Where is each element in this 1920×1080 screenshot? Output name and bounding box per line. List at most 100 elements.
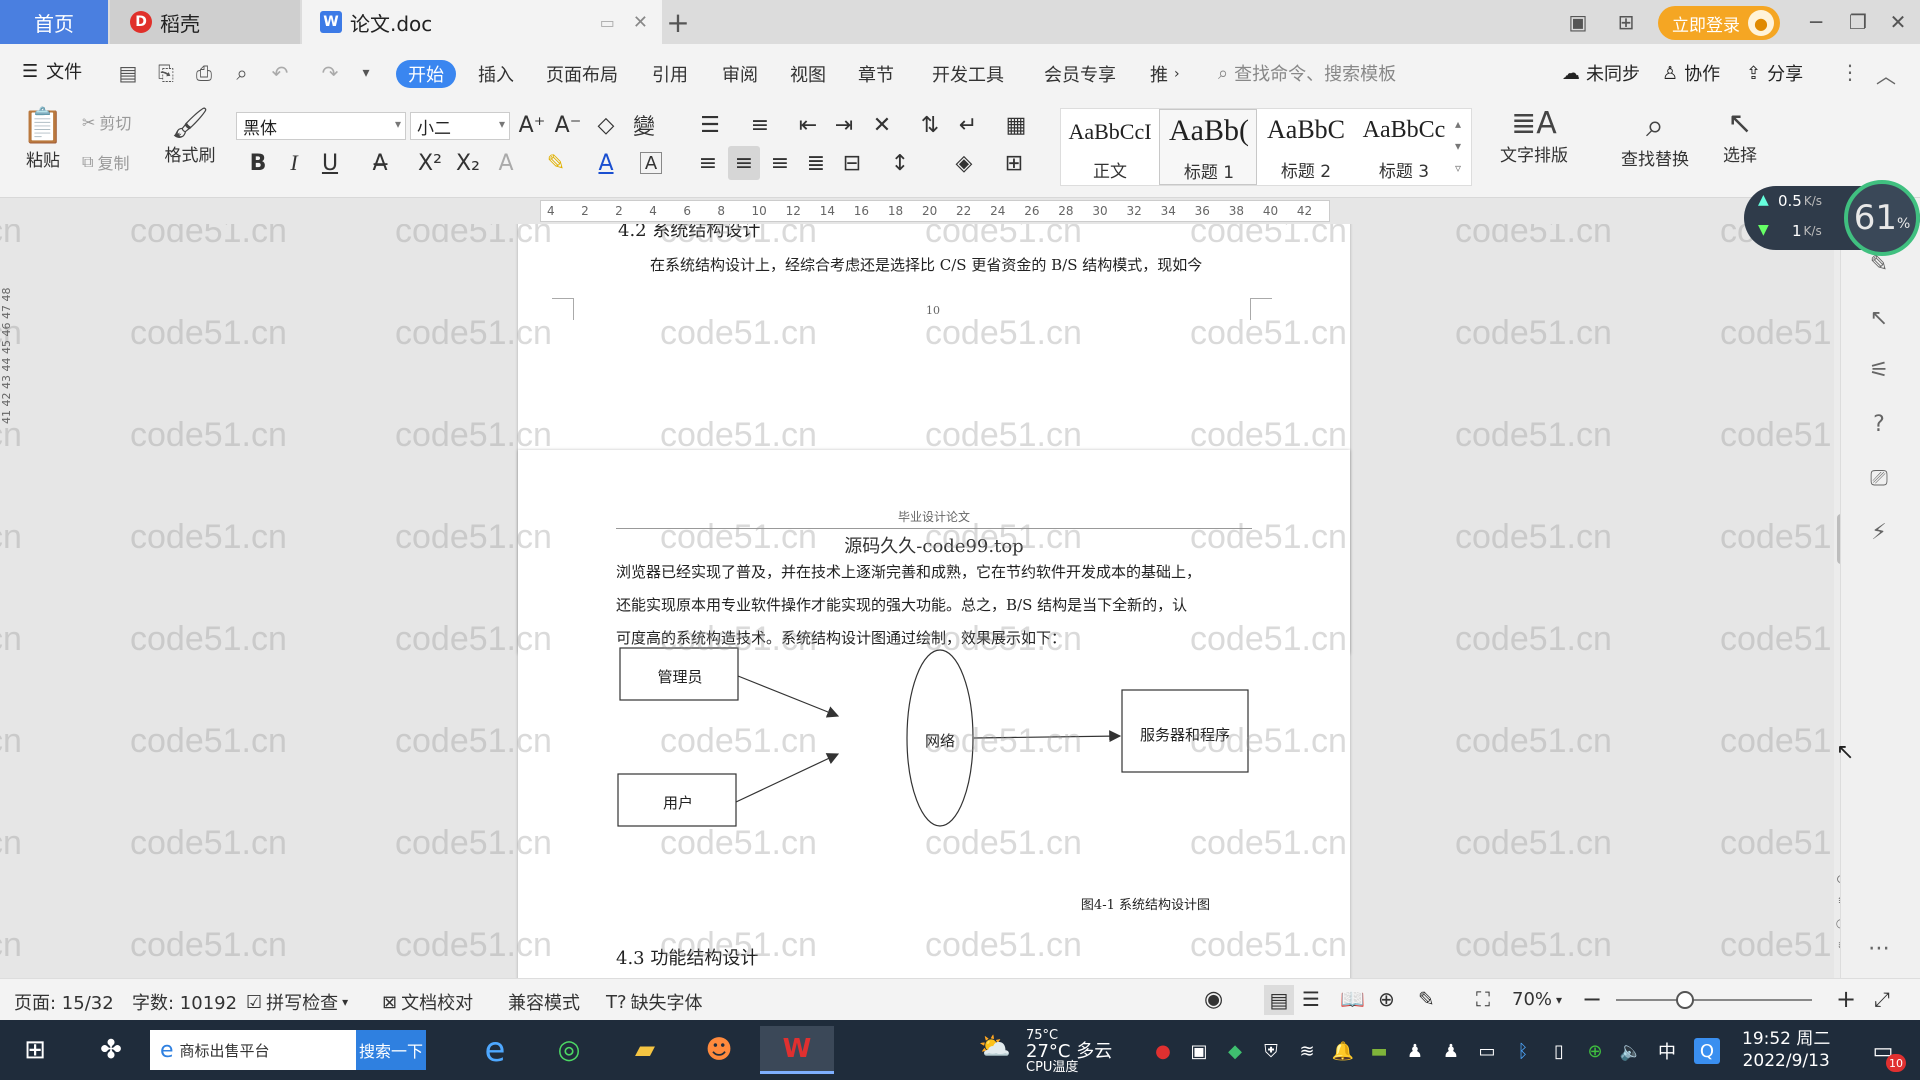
adjust-icon[interactable]: ⚟ bbox=[1861, 352, 1897, 388]
wps-taskbar-icon[interactable]: W bbox=[760, 1026, 834, 1074]
font-name-select[interactable]: 黑体 ▾ bbox=[236, 112, 406, 140]
bold-icon[interactable]: B bbox=[242, 146, 274, 180]
menu-review[interactable]: 审阅 bbox=[722, 60, 758, 88]
zoom-out-icon[interactable]: − bbox=[1582, 985, 1602, 1013]
restore-icon[interactable]: ❐ bbox=[1838, 6, 1878, 38]
tab-document[interactable]: W 论文.doc ▭ ✕ bbox=[302, 0, 662, 44]
spellcheck-button[interactable]: ☑ 拼写检查 ▾ bbox=[246, 989, 348, 1015]
document-canvas[interactable]: 4.2 系统结构设计 在系统结构设计上，经综合考虑还是选择比 C/S 更省资金的… bbox=[0, 224, 1840, 978]
compat-mode[interactable]: 兼容模式 bbox=[508, 989, 580, 1015]
text-effect-icon[interactable]: A bbox=[490, 146, 522, 180]
input-method-icon[interactable]: Q bbox=[1694, 1038, 1720, 1064]
strikethrough-icon[interactable]: A̶ bbox=[364, 146, 396, 180]
align-left-icon[interactable]: ≡ bbox=[692, 146, 724, 180]
page-view-icon[interactable]: ▤ bbox=[1264, 985, 1294, 1015]
pinwheel-app-icon[interactable]: ✤ bbox=[82, 1026, 140, 1074]
backup-icon[interactable]: ⎚ bbox=[1861, 460, 1897, 496]
reading-view-icon[interactable]: 📖 bbox=[1340, 987, 1365, 1011]
help-icon[interactable]: ? bbox=[1861, 406, 1897, 442]
shield-icon[interactable]: ⛨ bbox=[1258, 1038, 1284, 1064]
menu-more-icon[interactable]: › bbox=[1174, 60, 1180, 88]
tray-app-icon[interactable]: ⊕ bbox=[1582, 1038, 1608, 1064]
export-icon[interactable]: ⎘ bbox=[152, 58, 180, 88]
word-count[interactable]: 字数: 10192 bbox=[132, 989, 237, 1015]
monitor-icon[interactable]: ▭ bbox=[600, 13, 615, 32]
taskbar-search-box[interactable]: e 商标出售平台 bbox=[150, 1030, 356, 1070]
menu-member[interactable]: 会员专享 bbox=[1044, 60, 1116, 88]
show-marks-icon[interactable]: ↵ bbox=[952, 108, 984, 142]
char-border-icon[interactable]: A bbox=[640, 152, 662, 174]
copy-button[interactable]: ⧉ 复制 bbox=[82, 150, 129, 174]
zoom-slider[interactable] bbox=[1616, 991, 1812, 1009]
menu-view[interactable]: 视图 bbox=[790, 60, 826, 88]
share-button[interactable]: ⇪ 分享 bbox=[1746, 60, 1803, 86]
zoom-slider-knob[interactable] bbox=[1675, 991, 1694, 1009]
internet-explorer-icon[interactable]: e bbox=[466, 1026, 524, 1074]
web-view-icon[interactable]: ⊕ bbox=[1378, 987, 1395, 1011]
pointer-icon[interactable]: ↖ bbox=[1861, 300, 1897, 336]
taskbar-search-button[interactable]: 搜索一下 bbox=[356, 1030, 426, 1070]
distribute-icon[interactable]: ⊟ bbox=[836, 146, 868, 180]
menu-chapter[interactable]: 章节 bbox=[858, 60, 894, 88]
menu-insert[interactable]: 插入 bbox=[478, 60, 514, 88]
phonetic-icon[interactable]: 變 bbox=[628, 108, 660, 142]
clock[interactable]: 19:52 周二 2022/9/13 bbox=[1742, 1028, 1830, 1072]
collapse-ribbon-icon[interactable]: ︿ bbox=[1876, 60, 1896, 89]
highlight-icon[interactable]: ✎ bbox=[540, 146, 572, 180]
usb-icon[interactable]: ▯ bbox=[1546, 1038, 1572, 1064]
bluetooth-icon[interactable]: ᛒ bbox=[1510, 1038, 1536, 1064]
layout-icon[interactable]: ▣ bbox=[1558, 6, 1598, 38]
bell-icon[interactable]: 🔔 bbox=[1330, 1038, 1356, 1064]
close-icon[interactable]: ✕ bbox=[1878, 6, 1918, 38]
justify-icon[interactable]: ≣ bbox=[800, 146, 832, 180]
ime-indicator[interactable]: 中 bbox=[1654, 1038, 1680, 1064]
browser-360-icon[interactable]: ◎ bbox=[540, 1026, 598, 1074]
italic-icon[interactable]: I bbox=[278, 146, 310, 180]
grow-font-icon[interactable]: A⁺ bbox=[516, 108, 548, 142]
menu-dev-tools[interactable]: 开发工具 bbox=[932, 60, 1004, 88]
style-heading-2[interactable]: AaBbC 标题 2 bbox=[1257, 109, 1355, 185]
battery-icon[interactable]: ▭ bbox=[1474, 1038, 1500, 1064]
increase-indent-icon[interactable]: ⇥ bbox=[828, 108, 860, 142]
horizontal-ruler[interactable]: 4 2 2 4 6 8 10 12 14 16 18 20 22 24 26 28 30 32 34 36 38 40 42 bbox=[0, 198, 1920, 224]
write-mode-icon[interactable]: ✎ bbox=[1418, 987, 1435, 1011]
shrink-font-icon[interactable]: A⁻ bbox=[552, 108, 584, 142]
print-preview-icon[interactable]: ⌕ bbox=[228, 58, 256, 88]
menu-recommend[interactable]: 推 bbox=[1150, 60, 1168, 88]
more-dots-icon[interactable]: ⋯ bbox=[1861, 930, 1897, 966]
shading-icon[interactable]: ◈ bbox=[948, 146, 980, 180]
doc-proof-button[interactable]: ⊠ 文档校对 bbox=[382, 989, 473, 1015]
login-button[interactable]: 立即登录 ● bbox=[1658, 6, 1780, 40]
style-heading-1[interactable]: AaBb( 标题 1 bbox=[1159, 109, 1257, 185]
new-tab-button[interactable]: + bbox=[662, 6, 694, 39]
gpu-icon[interactable]: ▬ bbox=[1366, 1038, 1392, 1064]
menu-start[interactable]: 开始 bbox=[396, 60, 456, 88]
print-icon[interactable]: ⎙ bbox=[190, 58, 218, 88]
outline-view-icon[interactable]: ☰ bbox=[1302, 987, 1320, 1011]
text-layout-button[interactable]: ≣A 文字排版 bbox=[1494, 106, 1574, 166]
line-spacing-icon[interactable]: ↕ bbox=[884, 146, 916, 180]
more-options-icon[interactable]: ⋮ bbox=[1840, 60, 1860, 84]
file-menu[interactable]: ☰ 文件 bbox=[22, 58, 82, 84]
fullscreen-icon[interactable]: ⤢ bbox=[1874, 987, 1890, 1011]
zoom-in-icon[interactable]: + bbox=[1836, 985, 1856, 1013]
fit-page-icon[interactable]: ⛶ bbox=[1476, 987, 1490, 1011]
chinese-layout-icon[interactable]: ✕ bbox=[866, 108, 898, 142]
windows-start-icon[interactable]: ⊞ bbox=[6, 1026, 64, 1074]
cut-button[interactable]: ✂ 剪切 bbox=[82, 110, 131, 134]
table-tools-icon[interactable]: ▦ bbox=[1000, 108, 1032, 142]
page-indicator[interactable]: 页面: 15/32 bbox=[14, 989, 114, 1015]
missing-font-button[interactable]: T? 缺失字体 bbox=[606, 989, 703, 1015]
lightning-icon[interactable]: ⚡ bbox=[1861, 514, 1897, 550]
app-face-icon[interactable]: ☻ bbox=[690, 1026, 748, 1074]
network-speed-widget[interactable]: ▲ 0.5 K/s ▼ 1 K/s 61% bbox=[1744, 180, 1920, 256]
style-normal[interactable]: AaBbCcI 正文 bbox=[1061, 109, 1159, 185]
zoom-select[interactable]: 70% ▾ bbox=[1512, 989, 1562, 1010]
undo-icon[interactable]: ↶ bbox=[266, 58, 294, 88]
font-color-icon[interactable]: A bbox=[590, 146, 622, 180]
collab-button[interactable]: ♙ 协作 bbox=[1662, 60, 1720, 86]
command-search[interactable]: ⌕ 查找命令、搜索模板 bbox=[1218, 60, 1396, 86]
redo-icon[interactable]: ↷ bbox=[316, 58, 344, 88]
tab-home[interactable]: 首页 bbox=[0, 0, 108, 44]
subscript-icon[interactable]: X₂ bbox=[452, 146, 484, 180]
